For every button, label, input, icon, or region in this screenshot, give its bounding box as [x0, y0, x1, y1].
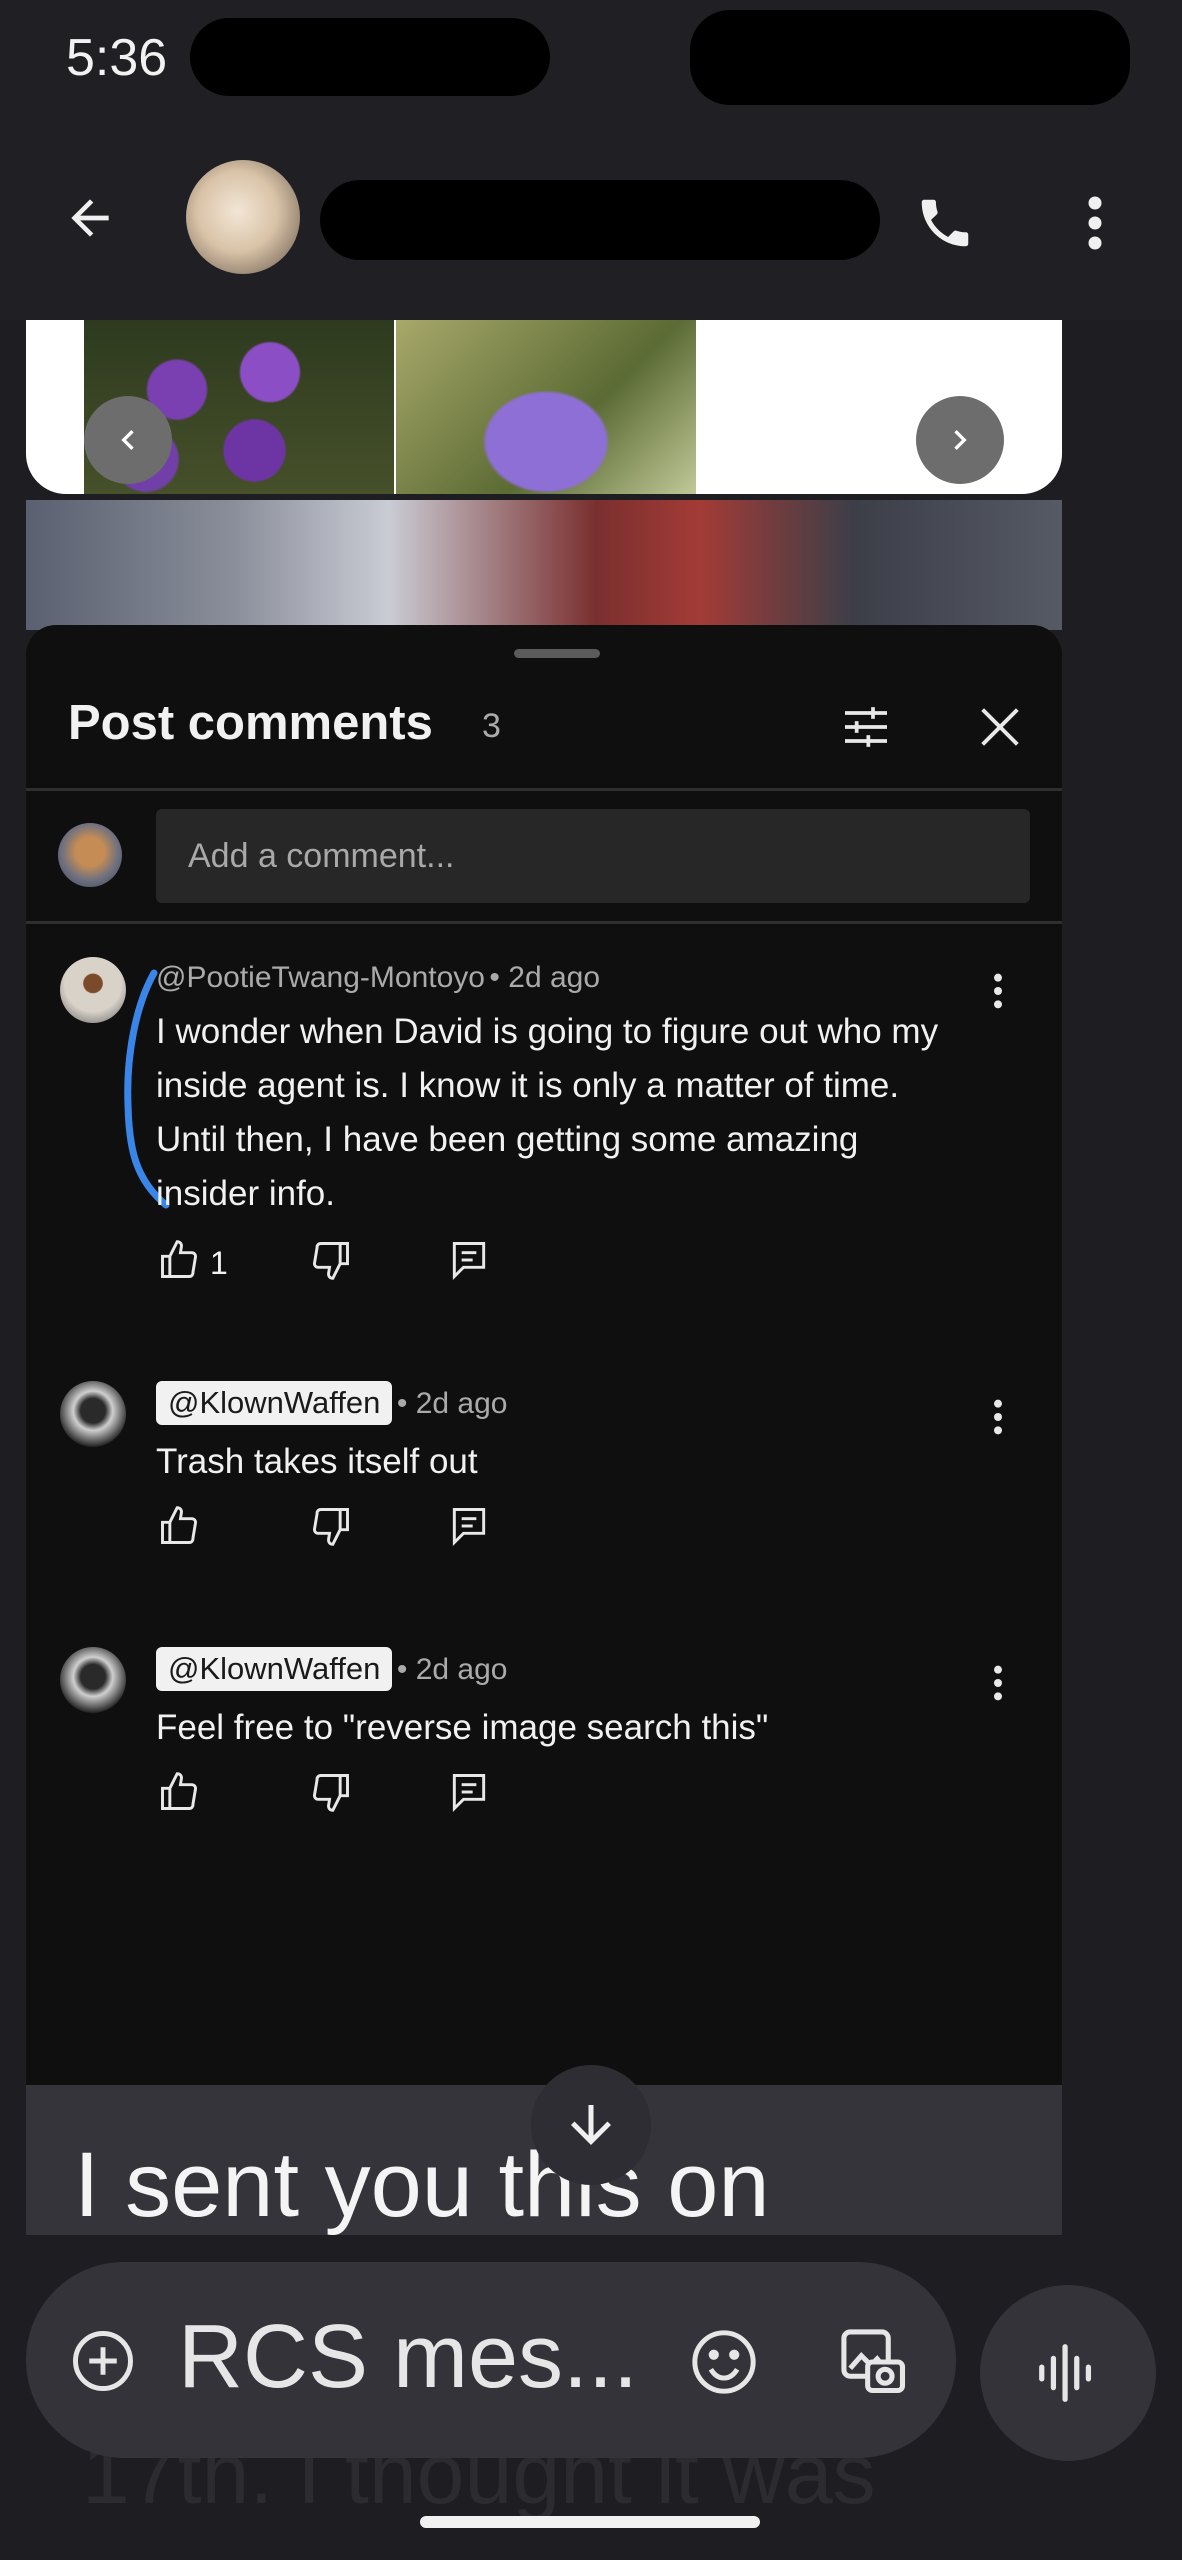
- arrow-left-icon: [71, 199, 109, 237]
- thumb-down-icon: [313, 1508, 349, 1546]
- back-button[interactable]: [50, 178, 130, 258]
- comment-author[interactable]: @PootieTwang-Montoyo: [156, 961, 485, 994]
- gallery-icon: [841, 2329, 906, 2394]
- comment-author[interactable]: @KlownWaffen: [156, 1381, 393, 1425]
- dislike-button[interactable]: [304, 1765, 358, 1819]
- like-button[interactable]: [152, 1765, 206, 1819]
- reply-button[interactable]: [442, 1499, 496, 1553]
- close-icon: [981, 708, 1019, 746]
- redaction-mark: [320, 180, 880, 260]
- comment-more-button[interactable]: [978, 961, 1018, 1021]
- emoji-icon: [692, 2330, 756, 2394]
- like-button[interactable]: [152, 1499, 206, 1553]
- avatar: [58, 823, 122, 887]
- commenter-avatar[interactable]: [60, 1647, 126, 1713]
- close-button[interactable]: [966, 693, 1034, 761]
- thumb-up-icon: [161, 1506, 197, 1544]
- add-circle-icon: [73, 2331, 133, 2391]
- comment-text: Feel free to "reverse image search this": [156, 1708, 769, 1747]
- image-carousel[interactable]: [26, 320, 1062, 494]
- reply-comment-icon: [452, 1242, 486, 1281]
- comment-time: • 2d ago: [396, 1653, 508, 1686]
- reply-button[interactable]: [442, 1233, 496, 1287]
- thumb-up-icon: [161, 1772, 197, 1810]
- carousel-prev-button[interactable]: [84, 396, 172, 484]
- tune-icon: [845, 707, 887, 747]
- reply-button[interactable]: [442, 1765, 496, 1819]
- comments-sheet-screenshot[interactable]: Post comments 3 Add a comment... @Pootie…: [26, 625, 1062, 2085]
- more-options-button[interactable]: [1060, 178, 1130, 268]
- divider: [26, 921, 1062, 924]
- sheet-title: Post comments: [68, 696, 433, 750]
- arrow-down-icon: [571, 2105, 611, 2145]
- more-vert-icon: [994, 1399, 1002, 1435]
- carousel-image[interactable]: [396, 320, 696, 494]
- comment-time: • 2d ago: [396, 1387, 508, 1420]
- comment-time: • 2d ago: [489, 961, 601, 994]
- comment-header: @KlownWaffen • 2d ago: [156, 1381, 507, 1425]
- home-indicator[interactable]: [420, 2516, 760, 2528]
- attach-button[interactable]: [68, 2326, 138, 2396]
- chevron-right-icon: [954, 430, 967, 450]
- comment-header: @PootieTwang-Montoyo • 2d ago: [156, 961, 600, 995]
- comment-author[interactable]: @KlownWaffen: [156, 1647, 393, 1691]
- compose-bar: RCS mes...: [26, 2262, 956, 2458]
- like-button[interactable]: [152, 1233, 206, 1287]
- message-text: I sent you this on: [74, 2134, 770, 2235]
- gallery-button[interactable]: [832, 2320, 916, 2404]
- filter-button[interactable]: [832, 693, 900, 761]
- comment-text: Trash takes itself out: [156, 1442, 478, 1481]
- call-button[interactable]: [900, 178, 990, 268]
- phone-icon: [921, 199, 969, 247]
- thumb-down-icon: [313, 1242, 349, 1280]
- comment-text: I wonder when David is going to figure o…: [156, 1012, 939, 1213]
- scroll-to-bottom-button[interactable]: [531, 2065, 651, 2185]
- reply-comment-icon: [452, 1774, 486, 1813]
- thumb-down-icon: [313, 1774, 349, 1812]
- like-count: 1: [210, 1245, 228, 1281]
- status-time: 5:36: [66, 29, 168, 87]
- comment-header: @KlownWaffen • 2d ago: [156, 1647, 507, 1691]
- emoji-button[interactable]: [686, 2324, 762, 2400]
- comment-count: 3: [482, 707, 501, 745]
- reply-comment-icon: [452, 1508, 486, 1547]
- comment-more-button[interactable]: [978, 1387, 1018, 1447]
- more-vert-icon: [994, 1665, 1002, 1701]
- contact-avatar[interactable]: [186, 160, 300, 274]
- shared-screenshot-image[interactable]: [26, 500, 1062, 630]
- dislike-button[interactable]: [304, 1499, 358, 1553]
- more-vert-icon: [1088, 196, 1102, 250]
- voice-waveform-icon: [1039, 2344, 1092, 2402]
- divider: [26, 788, 1062, 791]
- message-input[interactable]: RCS mes...: [178, 2306, 638, 2409]
- thumb-up-icon: [161, 1240, 197, 1278]
- carousel-next-button[interactable]: [916, 396, 1004, 484]
- dislike-button[interactable]: [304, 1233, 358, 1287]
- redaction-mark: [690, 10, 1130, 105]
- chevron-left-icon: [121, 430, 134, 450]
- commenter-avatar[interactable]: [60, 1381, 126, 1447]
- add-comment-input[interactable]: Add a comment...: [156, 809, 1030, 903]
- more-vert-icon: [994, 973, 1002, 1009]
- redaction-mark: [190, 18, 550, 96]
- voice-message-button[interactable]: [980, 2285, 1156, 2461]
- drag-handle[interactable]: [514, 649, 600, 658]
- comment-more-button[interactable]: [978, 1653, 1018, 1713]
